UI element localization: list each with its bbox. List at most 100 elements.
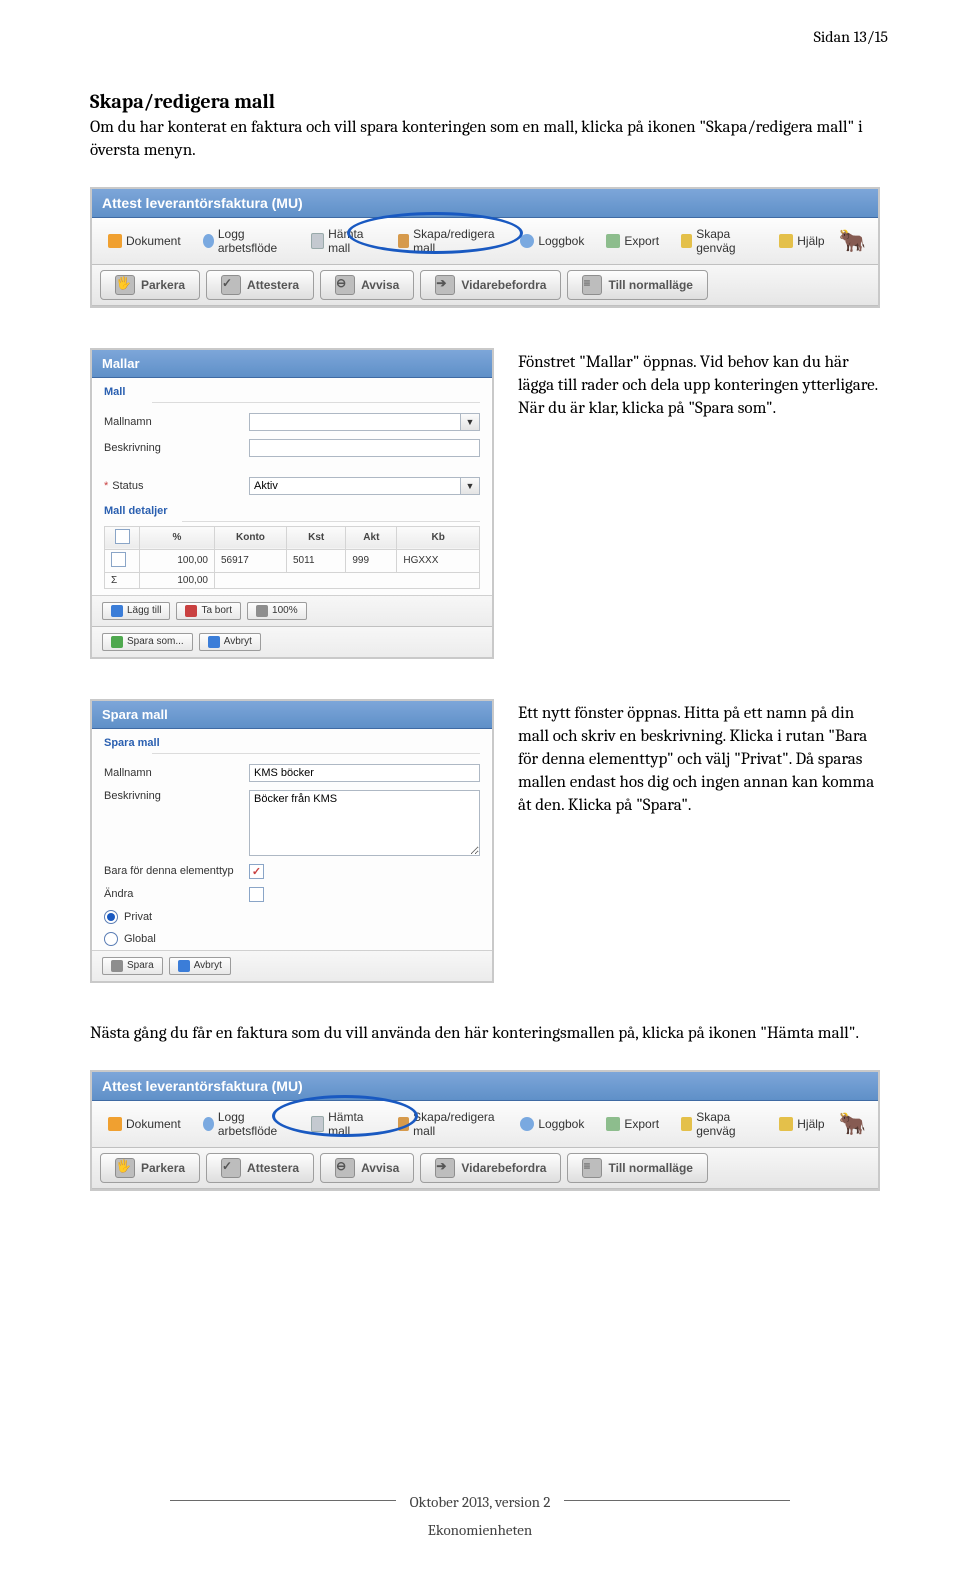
check-icon: ✓: [221, 1158, 241, 1178]
dokument-button[interactable]: Dokument: [100, 1113, 189, 1135]
vidarebefordra-button[interactable]: ➔ Vidarebefordra: [420, 1153, 561, 1183]
app-toolbar-2: Dokument Logg arbetsflöde Hämta mall Ska…: [92, 1101, 878, 1148]
hamta-mall-label: Hämta mall: [328, 227, 376, 255]
andra-label: Ändra: [104, 888, 249, 900]
normallage-button[interactable]: ≡ Till normalläge: [567, 1153, 707, 1183]
table-sum-row: Σ 100,00: [105, 572, 480, 588]
arrow-right-icon: ➔: [435, 1158, 455, 1178]
global-radio[interactable]: [104, 932, 118, 946]
mallnamn-input[interactable]: [249, 413, 460, 431]
percent-icon: [256, 605, 268, 617]
lagg-till-label: Lägg till: [127, 605, 161, 616]
genvag-button[interactable]: Skapa genväg: [673, 1106, 765, 1142]
status-input[interactable]: [249, 477, 460, 495]
chevron-down-icon[interactable]: ▼: [460, 477, 480, 495]
ta-bort-label: Ta bort: [201, 605, 232, 616]
privat-radio[interactable]: [104, 910, 118, 924]
chevron-down-icon[interactable]: ▼: [460, 413, 480, 431]
minus-icon: ⊖: [335, 275, 355, 295]
hamta-paragraph: Nästa gång du får en faktura som du vill…: [90, 1023, 880, 1046]
footer-line1: Oktober 2013, version 2: [396, 1493, 565, 1511]
cell-akt: 999: [346, 549, 397, 572]
list-icon: ≡: [582, 1158, 602, 1178]
sp-beskrivning-label: Beskrivning: [104, 790, 249, 802]
app-toolbar: Dokument Logg arbetsflöde Hämta mall Ska…: [92, 218, 878, 265]
hamta-mall-button[interactable]: Hämta mall: [303, 1106, 384, 1142]
sp-mallnamn-input[interactable]: [249, 764, 480, 782]
hamta-mall-label: Hämta mall: [328, 1110, 376, 1138]
loggbok-button[interactable]: Loggbok: [512, 1113, 592, 1135]
app-title-2: Attest leverantörsfaktura (MU): [92, 1072, 878, 1101]
x-icon: [185, 605, 197, 617]
app-subtoolbar: 🖐 Parkera ✓ Attestera ⊖ Avvisa ➔ Vidareb…: [92, 265, 878, 306]
attestera-button[interactable]: ✓ Attestera: [206, 270, 314, 300]
checkbox-all[interactable]: [115, 529, 130, 544]
skapa-mall-label: Skapa/redigera mall: [413, 227, 498, 255]
avvisa-label: Avvisa: [361, 1161, 399, 1175]
loggbok-label: Loggbok: [538, 234, 584, 248]
parkera-button[interactable]: 🖐 Parkera: [100, 270, 200, 300]
sp-avbryt-button[interactable]: Avbryt: [169, 957, 231, 975]
dokument-label: Dokument: [126, 1117, 181, 1131]
ta-bort-button[interactable]: Ta bort: [176, 602, 241, 620]
andra-checkbox[interactable]: [249, 887, 264, 902]
document-icon: [108, 234, 122, 248]
genvag-button[interactable]: Skapa genväg: [673, 223, 765, 259]
mallar-panel: Mallar Mall Mallnamn ▼ Beskrivning *Stat…: [90, 348, 494, 659]
pct-label: 100%: [272, 605, 298, 616]
mall-section-label: Mall: [92, 378, 492, 400]
spara-section-label: Spara mall: [92, 729, 492, 751]
bull-icon: 🐂: [839, 1111, 870, 1137]
skapa-mall-button[interactable]: Skapa/redigera mall: [390, 223, 506, 259]
hamta-mall-button[interactable]: Hämta mall: [303, 223, 384, 259]
page-number: Sidan 13/15: [814, 28, 888, 46]
hjalp-button[interactable]: Hjälp: [771, 1113, 832, 1135]
spara-som-button[interactable]: Spara som...: [102, 633, 193, 651]
col-pct: %: [140, 526, 215, 549]
spara-footer-buttons: Spara Avbryt: [92, 950, 492, 981]
logg-button[interactable]: Logg arbetsflöde: [195, 1106, 297, 1142]
vidarebefordra-button[interactable]: ➔ Vidarebefordra: [420, 270, 561, 300]
spara-button[interactable]: Spara: [102, 957, 163, 975]
x-icon: [208, 636, 220, 648]
pct-button[interactable]: 100%: [247, 602, 307, 620]
parkera-button[interactable]: 🖐 Parkera: [100, 1153, 200, 1183]
normallage-button[interactable]: ≡ Till normalläge: [567, 270, 707, 300]
check-icon: [111, 636, 123, 648]
elementtype-checkbox[interactable]: [249, 864, 264, 879]
avvisa-button[interactable]: ⊖ Avvisa: [320, 1153, 414, 1183]
spara-mall-panel: Spara mall Spara mall Mallnamn Beskrivni…: [90, 699, 494, 983]
row-checkbox[interactable]: [111, 552, 126, 567]
star-icon: [681, 1117, 692, 1131]
attestera-button[interactable]: ✓ Attestera: [206, 1153, 314, 1183]
skapa-mall-button[interactable]: Skapa/redigera mall: [390, 1106, 506, 1142]
genvag-label: Skapa genväg: [696, 1110, 757, 1138]
mallar-caption: Fönstret "Mallar" öppnas. Vid behov kan …: [518, 352, 880, 421]
dokument-button[interactable]: Dokument: [100, 230, 189, 252]
loggbok-button[interactable]: Loggbok: [512, 230, 592, 252]
app-screenshot-2: Attest leverantörsfaktura (MU) Dokument …: [90, 1070, 880, 1191]
intro-paragraph: Om du har konterat en faktura och vill s…: [90, 117, 880, 163]
sp-beskrivning-input[interactable]: [249, 790, 480, 856]
table-row[interactable]: 100,00 56917 5011 999 HGXXX: [105, 549, 480, 572]
plus-icon: [111, 605, 123, 617]
hjalp-button[interactable]: Hjälp: [771, 230, 832, 252]
avvisa-label: Avvisa: [361, 278, 399, 292]
genvag-label: Skapa genväg: [696, 227, 757, 255]
global-label: Global: [124, 933, 156, 945]
avbryt-button[interactable]: Avbryt: [199, 633, 261, 651]
table-buttons: Lägg till Ta bort 100%: [92, 595, 492, 626]
logg-button[interactable]: Logg arbetsflöde: [195, 223, 297, 259]
export-button[interactable]: Export: [598, 1113, 667, 1135]
avvisa-button[interactable]: ⊖ Avvisa: [320, 270, 414, 300]
spara-mall-title: Spara mall: [92, 701, 492, 729]
beskrivning-input[interactable]: [249, 439, 480, 457]
mall-detaljer-table: % Konto Kst Akt Kb 100,00 56917 5011: [104, 526, 480, 589]
col-akt: Akt: [346, 526, 397, 549]
template-fetch-icon: [311, 233, 324, 249]
spara-label: Spara: [127, 960, 154, 971]
lagg-till-button[interactable]: Lägg till: [102, 602, 170, 620]
status-label: *Status: [104, 480, 249, 492]
cell-konto: 56917: [214, 549, 286, 572]
export-button[interactable]: Export: [598, 230, 667, 252]
